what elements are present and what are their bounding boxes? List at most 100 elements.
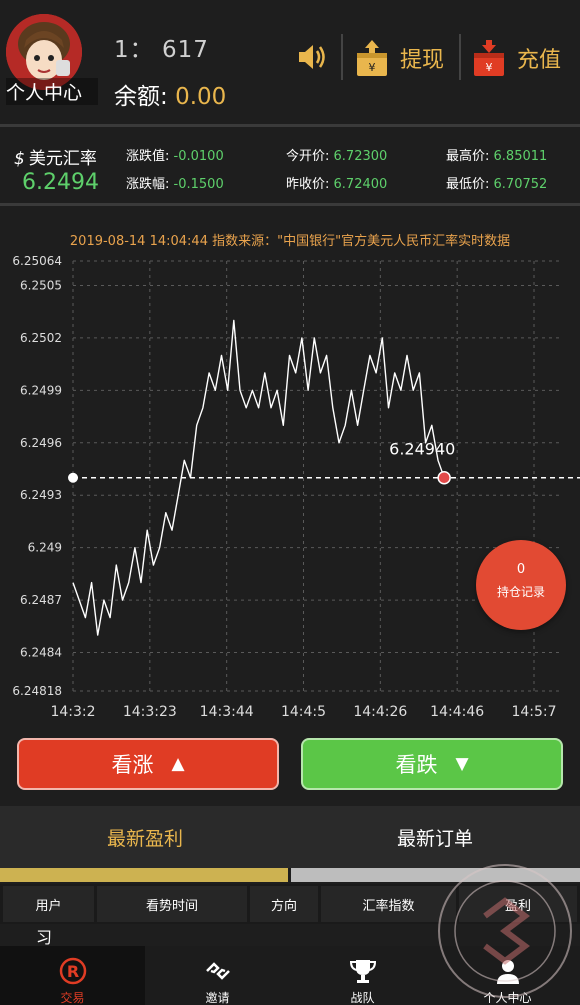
balance-value: 0.00 <box>175 84 227 110</box>
y-tick-label: 6.249 <box>28 541 62 555</box>
trophy-icon <box>349 960 376 983</box>
change-value-number: -0.0100 <box>173 149 224 164</box>
column-header-rate: 汇率指数 <box>321 886 456 922</box>
nav-profile-label: 个人中心 <box>483 991 532 1005</box>
tab-indicator-inactive <box>291 868 580 882</box>
x-tick-label: 14:4:5 <box>281 704 326 720</box>
prev-close-number: 6.72400 <box>333 177 388 192</box>
x-tick-label: 14:5:7 <box>511 704 556 720</box>
tab-latest-orders[interactable]: 最新订单 <box>290 806 580 868</box>
x-tick-label: 14:3:44 <box>200 704 254 720</box>
buy-down-button[interactable]: 看跌 ▼ <box>301 738 563 790</box>
current-price-marker <box>437 470 451 485</box>
current-price-label: 6.24940 <box>389 440 455 459</box>
buy-down-label: 看跌 <box>395 753 438 777</box>
bottom-nav: R 交易 邀请 战队 个人中心 <box>0 946 580 1005</box>
change-pct: 涨跌幅: -0.1500 <box>126 173 224 192</box>
position-record-label: 持仓记录 <box>496 585 545 599</box>
user-icon <box>496 960 519 984</box>
y-tick-label: 6.2493 <box>20 488 62 502</box>
rate-panel: $ 美元汇率 6.2494 涨跌值: -0.0100 涨跌幅: -0.1500 今… <box>0 130 580 202</box>
nav-team-label: 战队 <box>350 991 375 1005</box>
speaker-icon[interactable] <box>296 42 328 72</box>
current-rate: 6.2494 <box>22 170 99 195</box>
y-tick-label: 6.25064 <box>12 254 62 268</box>
column-header-user: 用户 <box>3 886 94 922</box>
link-icon <box>205 962 230 980</box>
prev-close-price: 昨收价: 6.72400 <box>286 173 387 192</box>
nav-invite-label: 邀请 <box>205 991 230 1005</box>
open-price-number: 6.72300 <box>333 149 388 164</box>
nav-profile[interactable]: 个人中心 <box>435 946 580 1005</box>
column-header-direction: 方向 <box>250 886 318 922</box>
open-price: 今开价: 6.72300 <box>286 145 387 164</box>
y-tick-label: 6.2499 <box>20 383 62 397</box>
svg-text:R: R <box>66 962 78 981</box>
x-tick-label: 14:4:46 <box>430 704 484 720</box>
buy-up-button[interactable]: 看涨 ▲ <box>17 738 279 790</box>
position-count: 0 <box>516 562 526 577</box>
withdraw-label: 提现 <box>400 48 445 73</box>
high-price-label: 最高价: <box>446 149 490 164</box>
nav-trade[interactable]: R 交易 <box>0 946 145 1005</box>
nav-team[interactable]: 战队 <box>290 946 435 1005</box>
buy-up-label: 看涨 <box>111 753 154 777</box>
x-tick-label: 14:3:23 <box>123 704 177 720</box>
x-tick-label: 14:3:2 <box>50 704 95 720</box>
triangle-down-icon: ▼ <box>455 754 469 774</box>
y-tick-label: 6.2487 <box>20 593 62 607</box>
change-value: 涨跌值: -0.0100 <box>126 145 224 164</box>
divider <box>0 203 580 206</box>
triangle-up-icon: ▲ <box>171 754 185 774</box>
app-root: 个人中心 1： 617 余额: 0.00 ¥ 提现 ¥ 充值 $ 美元汇率 6.… <box>0 0 580 1005</box>
header-divider <box>459 34 461 80</box>
change-pct-label: 涨跌幅: <box>126 177 170 192</box>
low-price-label: 最低价: <box>446 177 490 192</box>
tabs: 最新盈利 最新订单 <box>0 806 580 868</box>
position-record-button[interactable]: 0 持仓记录 <box>476 540 566 630</box>
change-value-label: 涨跌值: <box>126 149 170 164</box>
x-tick-label: 14:4:26 <box>353 704 407 720</box>
nav-trade-label: 交易 <box>60 991 85 1005</box>
balance: 余额: 0.00 <box>114 77 226 111</box>
svg-text:¥: ¥ <box>486 61 493 74</box>
divider <box>0 124 580 127</box>
low-price-number: 6.70752 <box>493 177 548 192</box>
open-price-label: 今开价: <box>286 149 330 164</box>
header: 个人中心 1： 617 余额: 0.00 ¥ 提现 ¥ 充值 <box>0 0 580 122</box>
rate-title: $ 美元汇率 <box>14 144 97 169</box>
gift-box-down-icon: ¥ <box>474 40 504 76</box>
y-tick-label: 6.2484 <box>20 646 62 660</box>
high-price-number: 6.85011 <box>493 149 548 164</box>
prev-close-label: 昨收价: <box>286 177 330 192</box>
profile-center-label[interactable]: 个人中心 <box>6 78 98 105</box>
deposit-button[interactable]: ¥ 充值 <box>473 36 561 80</box>
nav-invite[interactable]: 邀请 <box>145 946 290 1005</box>
user-id: 1： 617 <box>114 37 209 63</box>
column-header-profit: 盈利 <box>459 886 577 922</box>
gift-box-up-icon: ¥ <box>357 40 387 76</box>
chart-area: 6.25064 6.2505 6.2502 6.2499 6.2496 6.2493 6.2… <box>0 208 580 728</box>
y-tick-label: 6.24818 <box>12 684 62 698</box>
table-row: 习 <box>36 928 53 947</box>
header-divider <box>341 34 343 80</box>
y-tick-label: 6.2496 <box>20 436 62 450</box>
deposit-label: 充值 <box>517 48 562 73</box>
rate-chart: 6.25064 6.2505 6.2502 6.2499 6.2496 6.2493 6.2… <box>12 254 580 720</box>
registered-icon: R <box>59 957 86 985</box>
balance-label: 余额: <box>114 84 168 110</box>
high-price: 最高价: 6.85011 <box>446 145 547 164</box>
withdraw-button[interactable]: ¥ 提现 <box>356 36 444 80</box>
y-tick-label: 6.2502 <box>20 331 62 345</box>
column-header-time: 看势时间 <box>97 886 247 922</box>
chart-title: 2019-08-14 14:04:44 指数来源："中国银行"官方美元人民币汇率… <box>69 234 511 249</box>
table-header: 用户 看势时间 方向 汇率指数 盈利 <box>0 884 580 924</box>
low-price: 最低价: 6.70752 <box>446 173 547 192</box>
tab-latest-profit[interactable]: 最新盈利 <box>0 806 290 868</box>
current-line-start-dot <box>68 472 78 483</box>
svg-text:¥: ¥ <box>369 61 376 74</box>
rate-title-text: 美元汇率 <box>28 149 97 169</box>
tab-indicator-active <box>0 868 288 882</box>
change-pct-number: -0.1500 <box>173 177 224 192</box>
dollar-icon: $ <box>14 149 25 169</box>
